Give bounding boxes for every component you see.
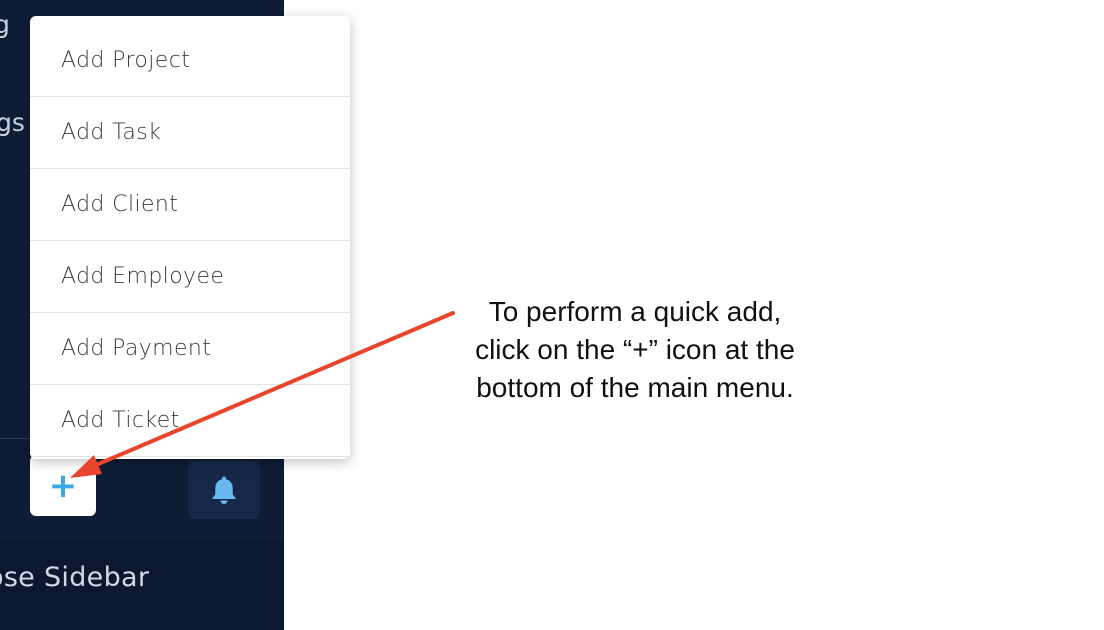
annotation-line-2: click on the “+” icon at the [475, 334, 795, 365]
sidebar-item-settings-partial[interactable]: gs [0, 108, 25, 137]
screenshot-stage: g gs + ose Sidebar Add Project Add Task … [0, 0, 1104, 630]
bell-icon [212, 476, 236, 504]
menu-item-add-payment[interactable]: Add Payment [30, 313, 350, 385]
menu-item-add-ticket[interactable]: Add Ticket [30, 385, 350, 457]
menu-item-add-project[interactable]: Add Project [30, 16, 350, 97]
annotation-callout: To perform a quick add, click on the “+”… [420, 293, 850, 407]
quick-add-menu: Add Project Add Task Add Client Add Empl… [30, 16, 350, 459]
close-sidebar-button[interactable]: ose Sidebar [0, 540, 284, 630]
plus-icon: + [48, 465, 78, 506]
notifications-button[interactable] [188, 461, 260, 519]
close-sidebar-label: ose Sidebar [0, 562, 150, 593]
quick-add-button[interactable]: + [30, 455, 96, 516]
annotation-line-1: To perform a quick add, [488, 296, 782, 327]
menu-item-add-client[interactable]: Add Client [30, 169, 350, 241]
annotation-line-3: bottom of the main menu. [476, 372, 794, 403]
sidebar-item-label-partial[interactable]: g [0, 10, 10, 39]
menu-item-add-task[interactable]: Add Task [30, 97, 350, 169]
menu-item-add-employee[interactable]: Add Employee [30, 241, 350, 313]
